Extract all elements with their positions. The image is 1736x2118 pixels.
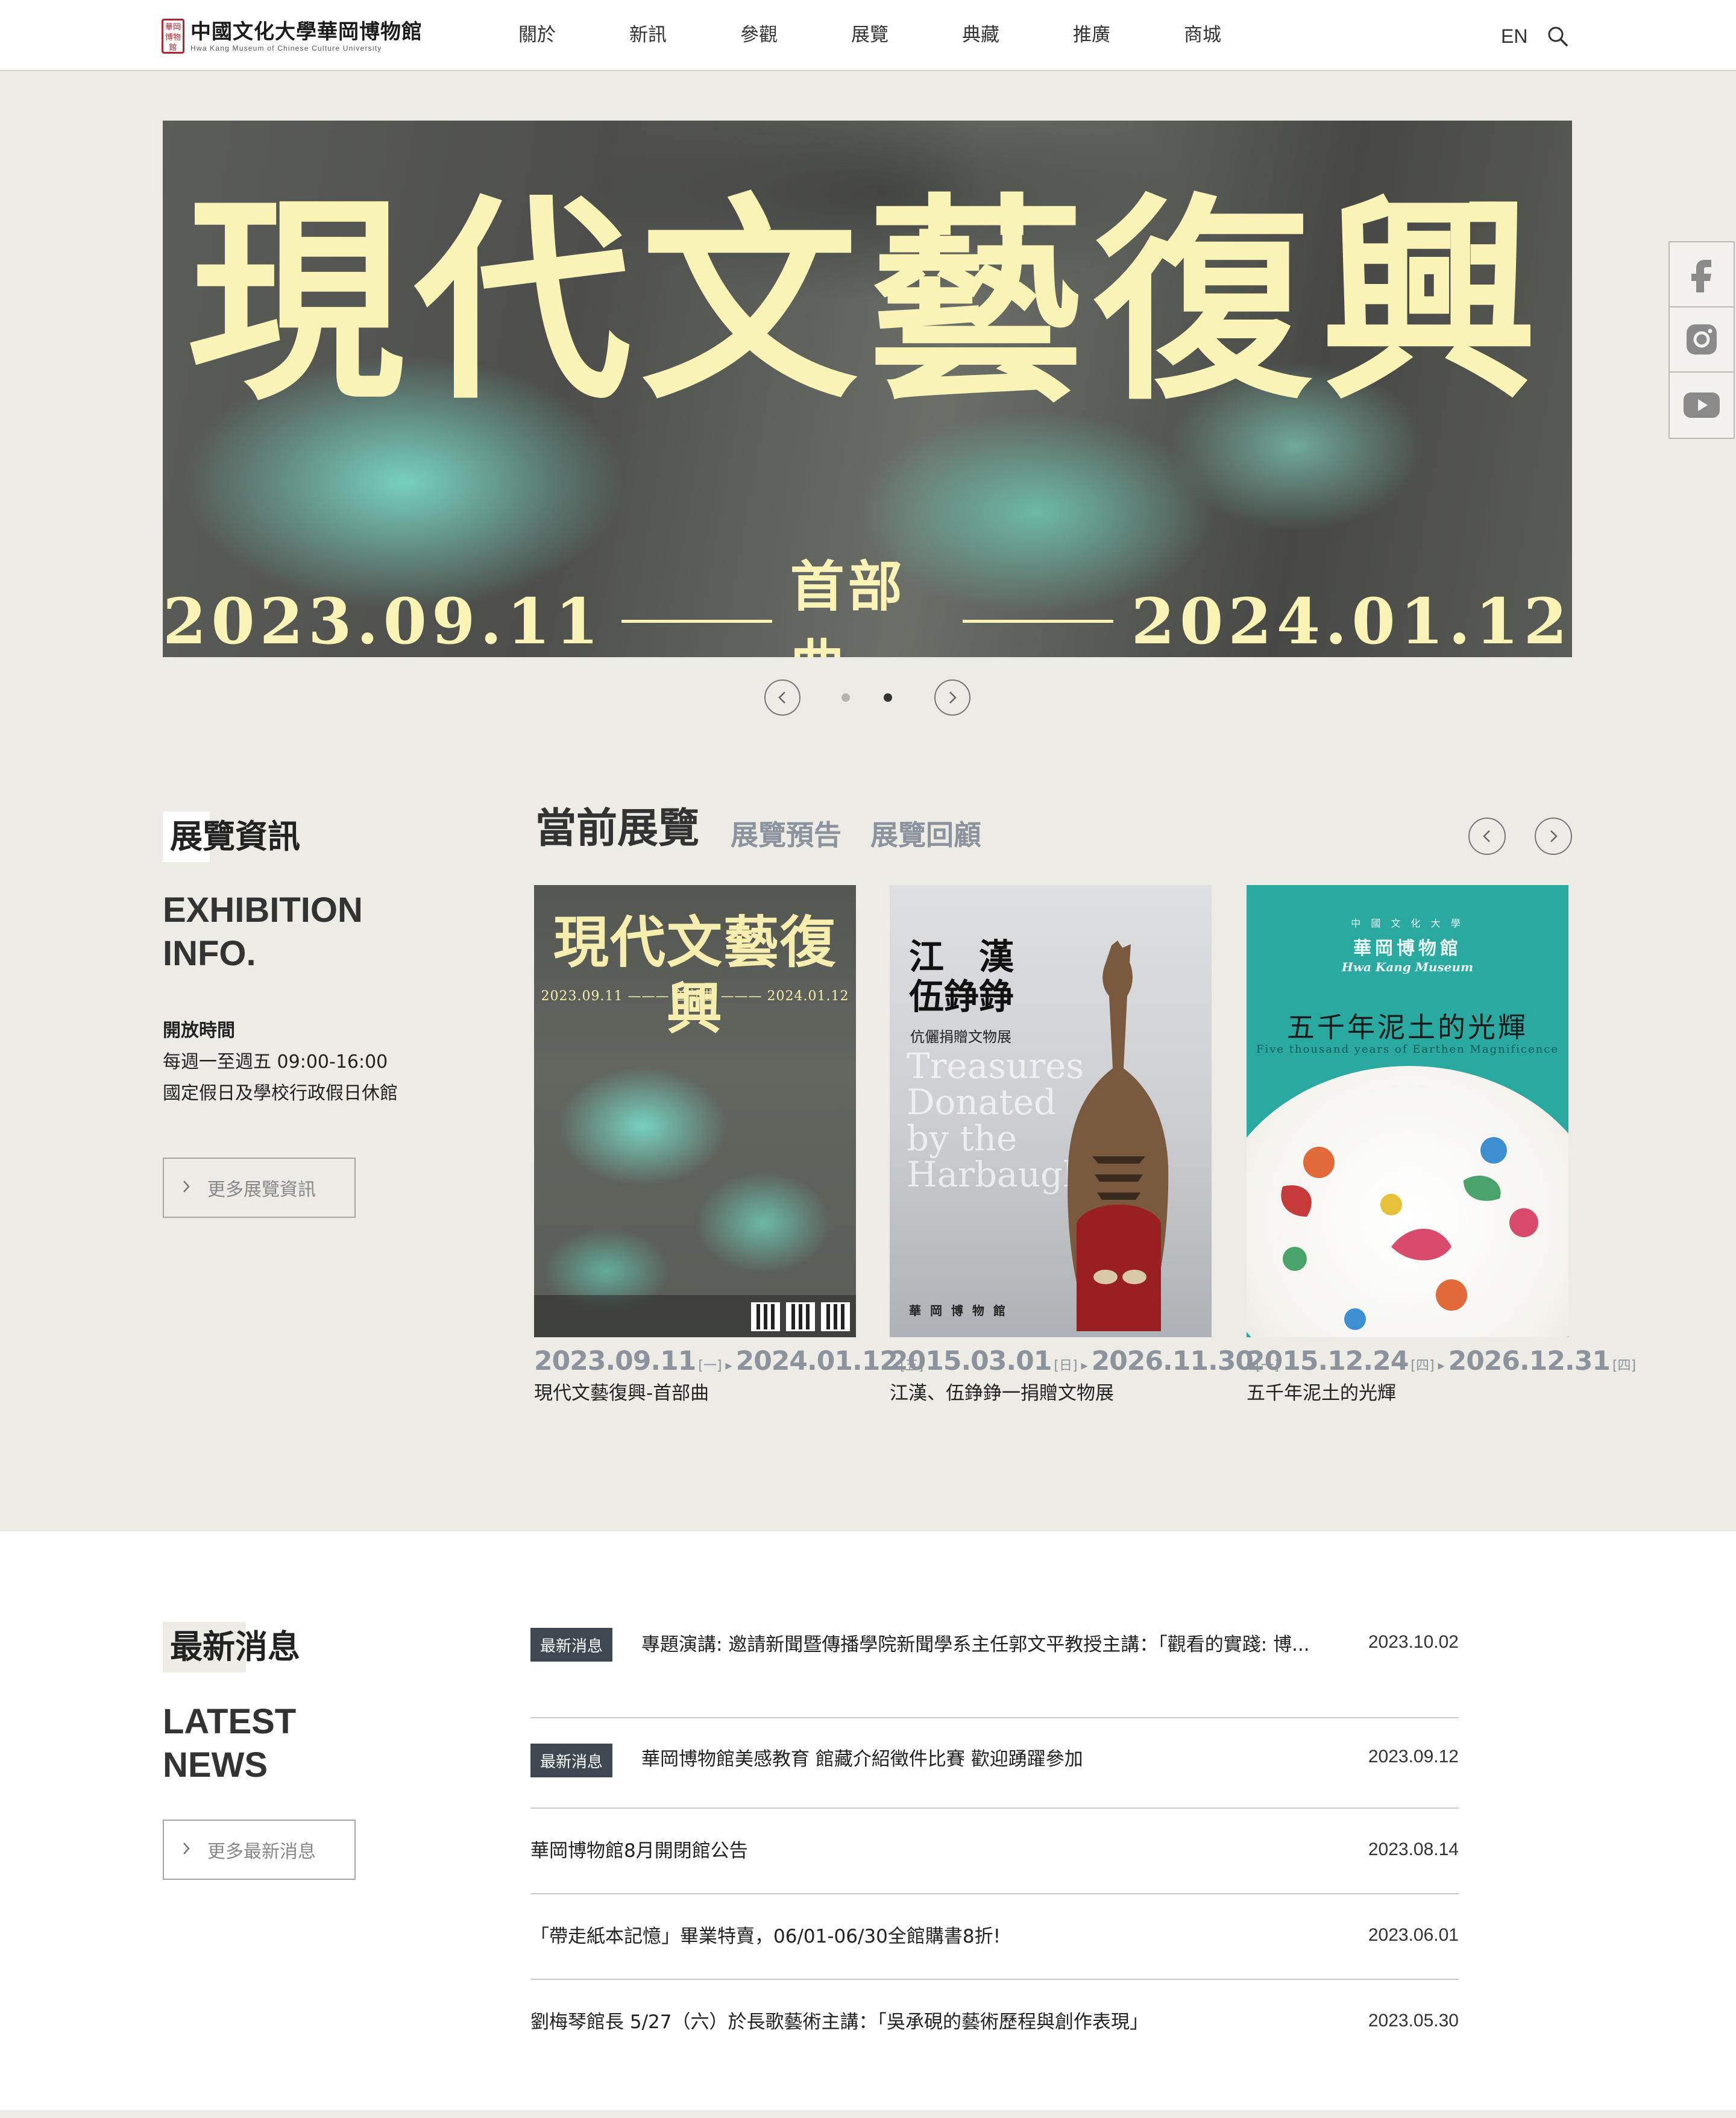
more-news-label: 更多最新消息 (207, 1841, 316, 1862)
arrow-right-icon: ▸ (1081, 1358, 1088, 1373)
banner-dates: 2023.09.11 首部曲 2024.01.12 (163, 543, 1572, 657)
news-item[interactable]: 劉梅琴館長 5/27（六）於長歌藝術主講：「吳承硯的藝術歷程與創作表現」 202… (530, 1980, 1459, 2066)
news-date: 2023.08.14 (1368, 1839, 1459, 1859)
banner-start-date: 2023.09.11 (163, 584, 604, 658)
news-tag-badge: 最新消息 (530, 1628, 612, 1662)
banner-divider (963, 619, 1113, 623)
poster-en-title: Five thousand years of Earthen Magnifice… (1256, 1043, 1559, 1056)
qr-code-icon (751, 1302, 780, 1331)
tab-upcoming[interactable]: 展覽預告 (731, 815, 841, 855)
card-dates: 2015.12.24 [四] ▸ 2026.12.31 [四] (1247, 1346, 1637, 1376)
more-news-button[interactable]: 更多最新消息 (163, 1820, 356, 1880)
exhibition-heading-en-2: INFO. (163, 934, 256, 973)
poster-header: 中 國 文 化 大 學 華岡博物館 Hwa Kang Museum (1341, 918, 1474, 974)
banner-divider (621, 619, 772, 623)
exhibition-poster[interactable]: 江 漢 伍錚錚 伉儷捐贈文物展 Treasures Donated by the… (890, 885, 1212, 1337)
poster-subtitle: 伉儷捐贈文物展 (910, 1029, 1011, 1045)
poster-footer: 華 岡 博 物 館 (909, 1303, 1008, 1318)
exhibition-prev-button[interactable] (1468, 818, 1506, 855)
nav-shop[interactable]: 商城 (1184, 22, 1295, 48)
exhibition-card[interactable]: 中 國 文 化 大 學 華岡博物館 Hwa Kang Museum 五千年泥土的… (1247, 885, 1637, 1407)
banner-next-button[interactable] (934, 679, 970, 716)
arrow-right-icon: ▸ (1438, 1358, 1445, 1373)
nav-collection[interactable]: 典藏 (962, 22, 1073, 48)
arrow-right-icon: ▸ (725, 1358, 732, 1373)
poster-title: 江 漢 伍錚錚 (909, 936, 1014, 1017)
poster-dates: 2023.09.11 ——— 首部曲 ——— 2024.01.12 (541, 989, 849, 1004)
site-header: 華岡 博物館 中國文化大學華岡博物館 Hwa Kang Museum of Chi… (0, 0, 1736, 71)
more-exhibitions-button[interactable]: 更多展覽資訊 (163, 1158, 356, 1218)
exhibition-poster[interactable]: 現代文藝復興 2023.09.11 ——— 首部曲 ——— 2024.01.12 (534, 885, 856, 1337)
exhibition-next-button[interactable] (1535, 818, 1572, 855)
tab-past[interactable]: 展覽回顧 (870, 815, 981, 855)
more-exhibitions-label: 更多展覽資訊 (207, 1179, 316, 1200)
footer-band (0, 2110, 1736, 2118)
news-item[interactable]: 最新消息 專題演講: 邀請新聞暨傳播學院新聞學系主任郭文平教授主講：「觀看的實踐… (530, 1628, 1459, 1718)
banner-prev-button[interactable] (764, 679, 800, 716)
nav-about[interactable]: 關於 (518, 22, 629, 48)
card-title[interactable]: 現代文藝復興-首部曲 (534, 1380, 856, 1407)
main-nav: 關於 新訊 參觀 展覽 典藏 推廣 商城 (518, 22, 1295, 48)
poster-title: 現代文藝復興 (553, 910, 837, 1041)
news-title[interactable]: 華岡博物館美感教育 館藏介紹徵件比賽 歡迎踴躍參加 (641, 1746, 1083, 1773)
banner-dot-2[interactable] (884, 693, 892, 702)
chevron-right-icon (182, 1177, 190, 1199)
tab-current[interactable]: 當前展覽 (535, 802, 699, 856)
banner-end-date: 2024.01.12 (1131, 584, 1572, 658)
logo-name-zh: 中國文化大學華岡博物館 (190, 20, 423, 44)
news-heading-zh: 最新消息 (163, 1622, 307, 1672)
banner-dot-1[interactable] (841, 693, 850, 702)
banner-title: 現代文藝復興 (187, 174, 1547, 429)
instagram-icon[interactable] (1670, 307, 1734, 373)
news-item[interactable]: 華岡博物館8月開閉館公告 2023.08.14 (530, 1809, 1459, 1894)
porcelain-plate-image (1247, 1066, 1568, 1337)
news-date: 2023.09.12 (1368, 1747, 1459, 1767)
logo-seal-icon: 華岡 博物館 (162, 19, 184, 54)
news-item[interactable]: 最新消息 華岡博物館美感教育 館藏介紹徵件比賽 歡迎踴躍參加 2023.09.1… (530, 1718, 1459, 1809)
hero-banner[interactable]: 現代文藝復興 2023.09.11 首部曲 2024.01.12 (163, 121, 1572, 657)
news-title[interactable]: 劉梅琴館長 5/27（六）於長歌藝術主講：「吳承硯的藝術歷程與創作表現」 (530, 2009, 1148, 2035)
chevron-right-icon (182, 1839, 190, 1861)
mask-sculpture-image (1068, 941, 1169, 1331)
news-date: 2023.10.02 (1368, 1632, 1459, 1652)
poster-title: 五千年泥土的光輝 (1287, 1011, 1528, 1044)
news-heading-en-1: LATEST (163, 1702, 297, 1741)
news-date: 2023.05.30 (1368, 2011, 1459, 2031)
site-logo[interactable]: 華岡 博物館 中國文化大學華岡博物館 Hwa Kang Museum of Chi… (162, 18, 423, 54)
hours-text: 每週一至週五 09:00-16:00 (163, 1051, 388, 1073)
card-title[interactable]: 江漢、伍錚錚一捐贈文物展 (890, 1380, 1212, 1407)
news-tag-badge: 最新消息 (530, 1744, 612, 1777)
nav-education[interactable]: 推廣 (1073, 22, 1184, 48)
news-title[interactable]: 專題演講: 邀請新聞暨傳播學院新聞學系主任郭文平教授主講：「觀看的實踐: 博..… (641, 1631, 1310, 1658)
youtube-icon[interactable] (1670, 373, 1734, 438)
closed-notice: 國定假日及學校行政假日休館 (163, 1083, 398, 1104)
search-icon[interactable] (1547, 25, 1568, 47)
hours-label: 開放時間 (163, 1020, 235, 1041)
exhibition-heading-zh: 展覽資訊 (163, 812, 307, 862)
card-dates: 2023.09.11 [一] ▸ 2024.01.12 [五] (534, 1346, 924, 1376)
language-switch[interactable]: EN (1501, 23, 1527, 49)
news-title[interactable]: 華岡博物館8月開閉館公告 (530, 1838, 748, 1864)
exhibition-card[interactable]: 江 漢 伍錚錚 伉儷捐贈文物展 Treasures Donated by the… (890, 885, 1280, 1407)
exhibition-card[interactable]: 現代文藝復興 2023.09.11 ——— 首部曲 ——— 2024.01.12… (534, 885, 924, 1407)
card-title[interactable]: 五千年泥土的光輝 (1247, 1380, 1568, 1407)
social-sidebar (1668, 241, 1735, 439)
news-title[interactable]: 「帶走紙本記憶」畢業特賣，06/01-06/30全館購書8折! (530, 1923, 1001, 1950)
news-section: 最新消息 LATEST NEWS 更多最新消息 最新消息 專題演講: 邀請新聞暨… (0, 1531, 1736, 2110)
qr-code-icon (821, 1302, 850, 1331)
nav-news[interactable]: 新訊 (629, 22, 740, 48)
news-date: 2023.06.01 (1368, 1925, 1459, 1945)
news-heading-en-2: NEWS (163, 1745, 268, 1785)
nav-visit[interactable]: 參觀 (740, 22, 851, 48)
card-dates: 2015.03.01 [日] ▸ 2026.11.30 [一] (890, 1346, 1280, 1376)
news-item[interactable]: 「帶走紙本記憶」畢業特賣，06/01-06/30全館購書8折! 2023.06.… (530, 1894, 1459, 1980)
logo-name-en: Hwa Kang Museum of Chinese Culture Unive… (190, 44, 382, 52)
qr-code-icon (786, 1302, 815, 1331)
banner-subtitle: 首部曲 (790, 555, 906, 657)
exhibition-heading-en-1: EXHIBITION (163, 890, 363, 930)
exhibition-poster[interactable]: 中 國 文 化 大 學 華岡博物館 Hwa Kang Museum 五千年泥土的… (1247, 885, 1568, 1337)
nav-exhibitions[interactable]: 展覽 (851, 22, 962, 48)
facebook-icon[interactable] (1670, 242, 1734, 307)
